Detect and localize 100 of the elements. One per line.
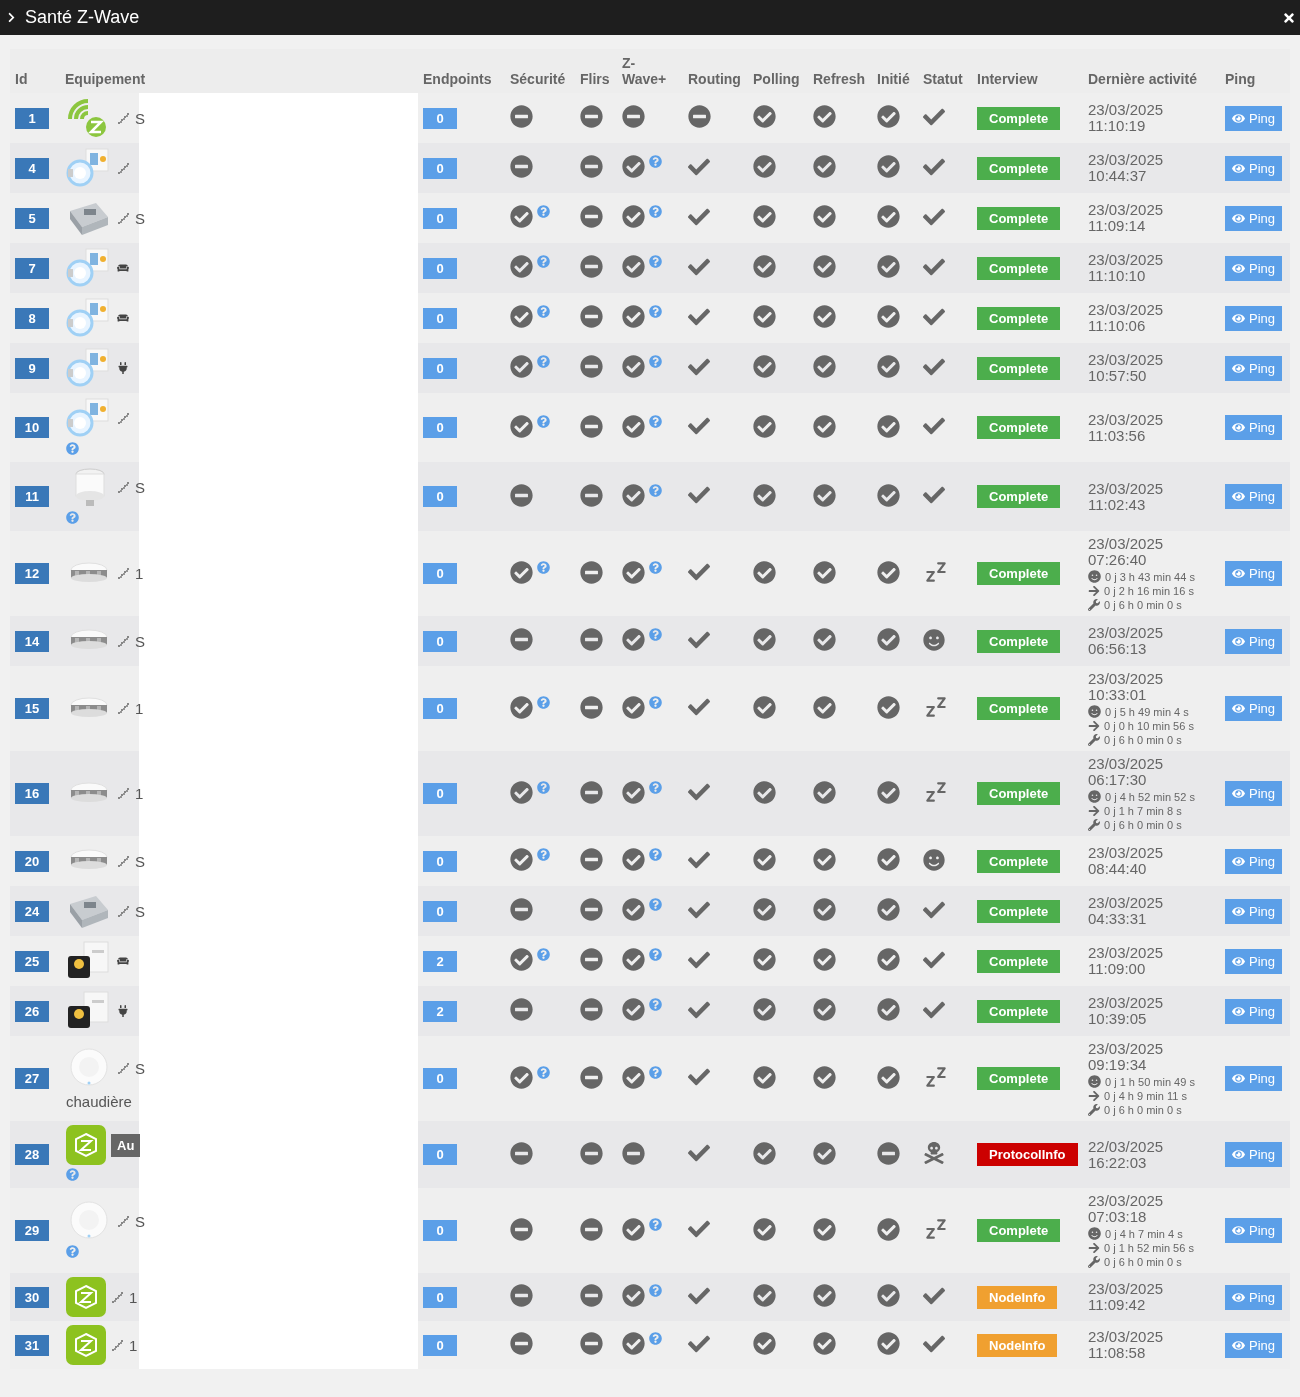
help-icon[interactable] (66, 1245, 79, 1258)
equipment-name: S (135, 209, 145, 227)
ping-button[interactable]: Ping (1225, 1066, 1283, 1091)
activity-date: 23/03/2025 (1088, 536, 1165, 552)
ping-button[interactable]: Ping (1225, 628, 1283, 654)
ping-button[interactable]: Ping (1225, 205, 1283, 231)
activity-time: 04:33:31 (1088, 911, 1148, 927)
chevron-right-icon[interactable] (6, 12, 17, 23)
ping-button[interactable]: Ping (1225, 848, 1283, 874)
help-icon[interactable] (537, 205, 550, 218)
help-icon[interactable] (649, 560, 662, 574)
equipment-name: S (135, 1059, 145, 1077)
help-icon[interactable] (649, 1217, 662, 1231)
ping-button[interactable]: Ping (1225, 898, 1283, 924)
activity-time: 10:44:37 (1088, 168, 1148, 184)
ping-button[interactable]: Ping (1225, 1284, 1283, 1310)
help-icon[interactable] (649, 948, 662, 961)
activity-time: 06:17:30 (1088, 772, 1148, 788)
help-icon[interactable] (537, 414, 550, 428)
activity-time: 11:10:19 (1088, 118, 1147, 134)
endpoints-badge: 0 (423, 486, 457, 507)
help-icon[interactable] (649, 414, 662, 428)
eye-icon (1232, 1290, 1245, 1304)
help-icon[interactable] (537, 355, 550, 368)
interview-badge: Complete (977, 1067, 1061, 1090)
ping-button[interactable]: Ping (1225, 355, 1283, 381)
ping-button[interactable]: Ping (1225, 948, 1283, 974)
interview-badge: Complete (977, 562, 1061, 585)
ping-button[interactable]: Ping (1225, 781, 1283, 806)
equipment-name: S (135, 478, 145, 496)
help-icon[interactable] (649, 1065, 662, 1079)
help-icon[interactable] (649, 1284, 662, 1297)
endpoints-badge: 0 (423, 417, 457, 438)
activity-date: 23/03/2025 (1088, 252, 1165, 268)
ping-button[interactable]: Ping (1225, 1332, 1283, 1358)
help-icon[interactable] (649, 695, 662, 709)
help-icon[interactable] (649, 155, 662, 168)
help-icon[interactable] (537, 948, 550, 961)
equipment-name: S (135, 852, 145, 870)
help-icon[interactable] (537, 1065, 550, 1079)
column-header: Id (15, 71, 28, 87)
ping-button[interactable]: Ping (1225, 561, 1283, 586)
help-icon[interactable] (537, 305, 550, 318)
id-badge: 11 (15, 486, 49, 507)
ping-button[interactable]: Ping (1225, 255, 1283, 281)
help-icon[interactable] (66, 442, 79, 455)
help-icon[interactable] (66, 1168, 79, 1181)
activity-time: 11:10:06 (1088, 318, 1147, 334)
interview-badge: Complete (977, 306, 1061, 330)
help-icon[interactable] (649, 483, 662, 497)
activity-time: 11:09:14 (1088, 218, 1147, 234)
endpoints-badge: 0 (423, 157, 457, 179)
endpoints-badge: 0 (423, 783, 457, 804)
help-icon[interactable] (649, 205, 662, 218)
endpoints-badge: 0 (423, 1220, 457, 1241)
help-icon[interactable] (537, 848, 550, 861)
help-icon[interactable] (537, 780, 550, 794)
help-icon[interactable] (649, 1332, 662, 1345)
activity-time: 11:02:43 (1088, 496, 1147, 513)
ping-button[interactable]: Ping (1225, 696, 1283, 721)
activity-time: 11:03:56 (1088, 427, 1147, 444)
endpoints-badge: 0 (423, 1144, 457, 1165)
help-icon[interactable] (649, 898, 662, 911)
help-icon[interactable] (649, 355, 662, 368)
help-icon[interactable] (537, 255, 550, 268)
help-icon[interactable] (537, 560, 550, 574)
interview-badge: Complete (977, 697, 1061, 720)
ping-button[interactable]: Ping (1225, 998, 1283, 1024)
interview-badge: Complete (977, 156, 1061, 180)
ping-button[interactable]: Ping (1225, 415, 1283, 440)
ping-button[interactable]: Ping (1225, 155, 1283, 181)
help-icon[interactable] (649, 848, 662, 861)
activity-date: 23/03/2025 (1088, 1193, 1165, 1209)
activity-date: 23/03/2025 (1088, 945, 1165, 961)
ping-button[interactable]: Ping (1225, 305, 1283, 331)
object-badge: Au (111, 1133, 141, 1157)
endpoints-badge: 0 (423, 1286, 457, 1308)
help-icon[interactable] (649, 305, 662, 318)
ping-button[interactable]: Ping (1225, 1142, 1283, 1167)
interview-badge: Complete (977, 1219, 1061, 1242)
activity-time: 10:57:50 (1088, 368, 1148, 384)
help-icon[interactable] (649, 780, 662, 794)
duration-text: 0 j 6 h 0 min 0 s (1104, 819, 1182, 831)
close-icon[interactable] (1282, 10, 1296, 25)
endpoints-badge: 0 (423, 900, 457, 922)
help-icon[interactable] (66, 511, 79, 524)
ping-button[interactable]: Ping (1225, 1218, 1283, 1243)
ping-button[interactable]: Ping (1225, 105, 1283, 131)
id-badge: 5 (15, 207, 49, 229)
help-icon[interactable] (649, 255, 662, 268)
endpoints-badge: 0 (423, 630, 457, 652)
help-icon[interactable] (649, 628, 662, 641)
equipment-name: 1 (129, 1336, 138, 1354)
help-icon[interactable] (537, 695, 550, 709)
ping-button[interactable]: Ping (1225, 484, 1283, 509)
help-icon[interactable] (649, 998, 662, 1011)
column-header: Ping (1225, 71, 1256, 87)
endpoints-badge: 0 (423, 307, 457, 329)
eye-icon (1232, 1224, 1245, 1237)
activity-time: 10:33:01 (1088, 687, 1148, 703)
